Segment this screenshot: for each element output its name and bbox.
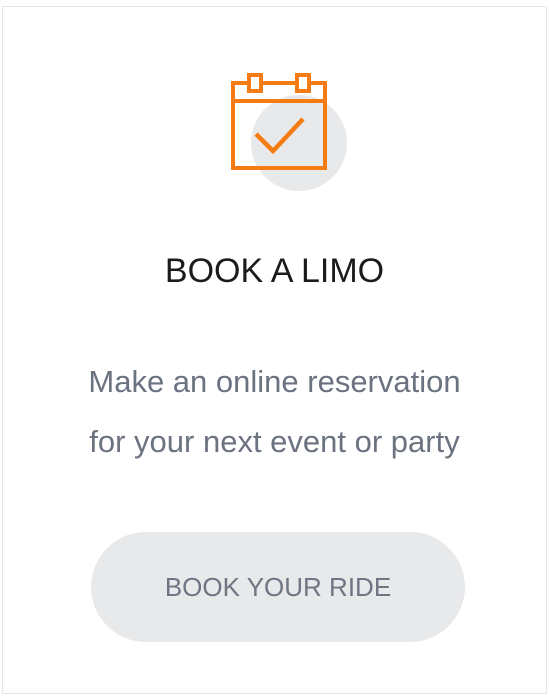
card-description: Make an online reservation for your next… (3, 352, 546, 472)
card-title: BOOK A LIMO (164, 252, 385, 290)
card-description-line-1: Make an online reservation (88, 364, 461, 399)
card-description-line-2: for your next event or party (89, 424, 460, 459)
calendar-check-icon (229, 71, 353, 195)
booking-card: BOOK A LIMO Make an online reservation f… (2, 6, 547, 694)
book-your-ride-button[interactable]: BOOK YOUR RIDE (91, 532, 465, 642)
